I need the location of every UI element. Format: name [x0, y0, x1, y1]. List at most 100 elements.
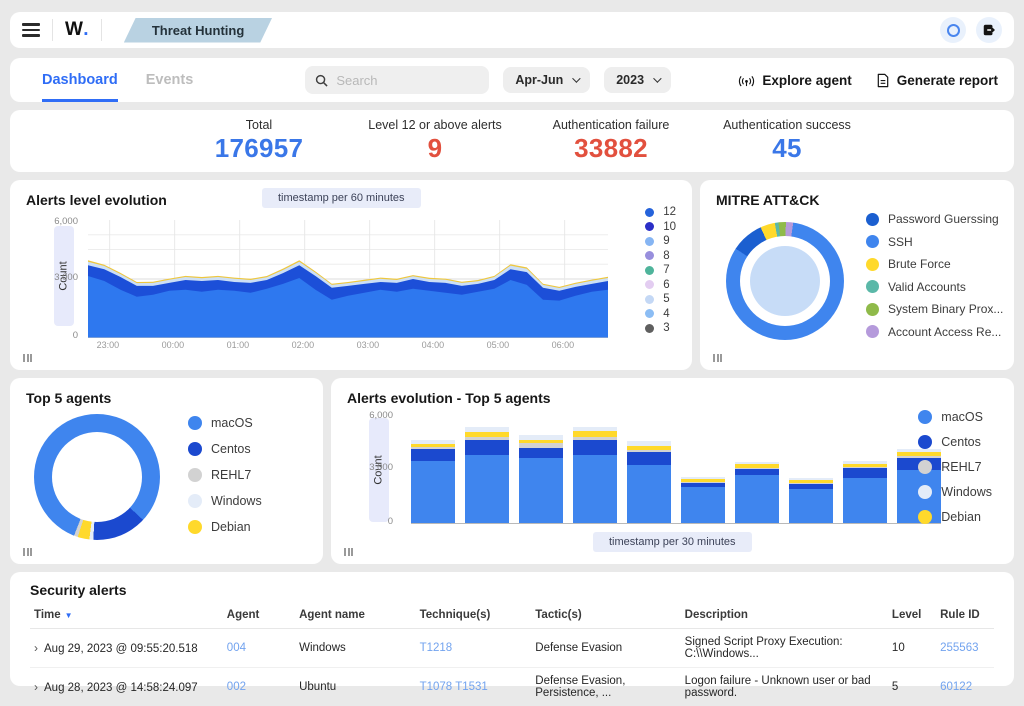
tab-events[interactable]: Events — [146, 58, 194, 102]
stacked-bar[interactable] — [735, 462, 779, 523]
breadcrumb[interactable]: Threat Hunting — [124, 18, 272, 43]
stat-label: Level 12 or above alerts — [354, 118, 516, 132]
legend-item[interactable]: 6 — [645, 279, 676, 291]
legend-item[interactable]: REHL7 — [918, 460, 992, 474]
legend-item[interactable]: Centos — [188, 442, 262, 456]
bar-segment-macOS — [411, 461, 455, 523]
legend-item[interactable]: 4 — [645, 308, 676, 320]
legend-item[interactable]: 8 — [645, 250, 676, 262]
stacked-bar[interactable] — [573, 427, 617, 523]
legend-item[interactable]: Account Access Re... — [866, 325, 1003, 339]
month-range-dropdown[interactable]: Apr-Jun — [503, 67, 590, 93]
stacked-bar[interactable] — [681, 477, 725, 523]
col-description[interactable]: Description — [681, 604, 888, 629]
agent-link[interactable]: 002 — [227, 681, 246, 693]
technique-link[interactable]: T1078 — [420, 681, 453, 693]
legend-item[interactable]: Debian — [188, 520, 262, 534]
legend-item[interactable]: Debian — [918, 510, 992, 524]
col-time[interactable]: Time▼ — [30, 604, 223, 629]
area-chart[interactable] — [88, 220, 608, 338]
col-level[interactable]: Level — [888, 604, 936, 629]
col-agent-name[interactable]: Agent name — [295, 604, 416, 629]
stacked-bar[interactable] — [789, 478, 833, 523]
y-tick: 6,000 — [44, 216, 78, 227]
rule-id-link[interactable]: 255563 — [940, 642, 978, 654]
tab-dashboard[interactable]: Dashboard — [42, 58, 118, 102]
legend-dot — [188, 520, 202, 534]
cell-agent: 002 — [223, 668, 295, 706]
top5-donut-chart[interactable] — [34, 414, 160, 540]
technique-link[interactable]: T1218 — [420, 642, 453, 654]
col-rule-id[interactable]: Rule ID — [936, 604, 994, 629]
legend-item[interactable]: 7 — [645, 264, 676, 276]
cell-agent: 004 — [223, 629, 295, 668]
table-header-row: Time▼ Agent Agent name Technique(s) Tact… — [30, 604, 994, 629]
x-tick: 00:00 — [162, 340, 185, 350]
legend-item[interactable]: System Binary Prox... — [866, 302, 1003, 316]
divider — [52, 19, 53, 41]
app-logo[interactable]: W. — [65, 19, 89, 41]
legend-item[interactable]: 3 — [645, 322, 676, 334]
legend-dot — [645, 251, 654, 260]
logout-icon — [982, 23, 996, 37]
stacked-bar[interactable] — [843, 461, 887, 523]
legend-dot — [645, 222, 654, 231]
search-input[interactable] — [336, 73, 466, 88]
legend-item[interactable]: macOS — [918, 410, 992, 424]
stacked-bar[interactable] — [519, 435, 563, 523]
search-icon — [315, 74, 328, 87]
legend-item[interactable]: REHL7 — [188, 468, 262, 482]
legend-item[interactable]: Password Guerssing — [866, 212, 1003, 226]
bar-segment-Centos — [465, 440, 509, 455]
legend-item[interactable]: Brute Force — [866, 257, 1003, 271]
legend-dot — [866, 280, 879, 293]
menu-icon[interactable] — [22, 23, 40, 36]
search-box[interactable] — [305, 66, 489, 94]
bar-chart[interactable] — [411, 412, 941, 524]
year-dropdown[interactable]: 2023 — [604, 67, 671, 93]
agent-link[interactable]: 004 — [227, 642, 246, 654]
legend-dot — [188, 494, 202, 508]
legend-label: 3 — [663, 322, 669, 334]
stat-total: Total 176957 — [178, 118, 340, 164]
legend-item[interactable]: SSH — [866, 235, 1003, 249]
panel-options-icon[interactable] — [713, 354, 722, 362]
mitre-donut-chart[interactable] — [726, 222, 844, 340]
cell-description: Signed Script Proxy Execution: C:\\Windo… — [681, 629, 888, 668]
tab-bar: Dashboard Events — [42, 58, 193, 102]
bar-segment-macOS — [843, 478, 887, 523]
legend-label: 5 — [663, 293, 669, 305]
explore-agent-button[interactable]: Explore agent — [738, 73, 851, 88]
legend-item[interactable]: Centos — [918, 435, 992, 449]
expand-row-icon[interactable]: › — [34, 641, 38, 655]
stats-bar: Total 176957 Level 12 or above alerts 9 … — [10, 110, 1014, 172]
legend-item[interactable]: Valid Accounts — [866, 280, 1003, 294]
col-tactics[interactable]: Tactic(s) — [531, 604, 680, 629]
technique-link[interactable]: T1531 — [455, 681, 488, 693]
generate-report-button[interactable]: Generate report — [876, 73, 998, 88]
col-agent[interactable]: Agent — [223, 604, 295, 629]
rule-id-link[interactable]: 60122 — [940, 681, 972, 693]
legend-label: 10 — [663, 221, 676, 233]
legend-item[interactable]: 9 — [645, 235, 676, 247]
panel-title: Top 5 agents — [26, 390, 307, 406]
legend-item[interactable]: 10 — [645, 221, 676, 233]
panel-options-icon[interactable] — [23, 354, 32, 362]
col-techniques[interactable]: Technique(s) — [416, 604, 532, 629]
legend-item[interactable]: Windows — [918, 485, 992, 499]
stacked-bar[interactable] — [411, 440, 455, 523]
legend-dot — [645, 266, 654, 275]
legend-item[interactable]: Windows — [188, 494, 262, 508]
sort-desc-icon[interactable]: ▼ — [65, 611, 73, 620]
panel-options-icon[interactable] — [23, 548, 32, 556]
stacked-bar[interactable] — [465, 427, 509, 523]
legend-dot — [188, 468, 202, 482]
cell-level: 10 — [888, 629, 936, 668]
legend-item[interactable]: macOS — [188, 416, 262, 430]
panel-options-icon[interactable] — [344, 548, 353, 556]
logout-button[interactable] — [976, 17, 1002, 43]
legend-item[interactable]: 12 — [645, 206, 676, 218]
legend-item[interactable]: 5 — [645, 293, 676, 305]
stacked-bar[interactable] — [627, 441, 671, 523]
status-ring-button[interactable] — [940, 17, 966, 43]
